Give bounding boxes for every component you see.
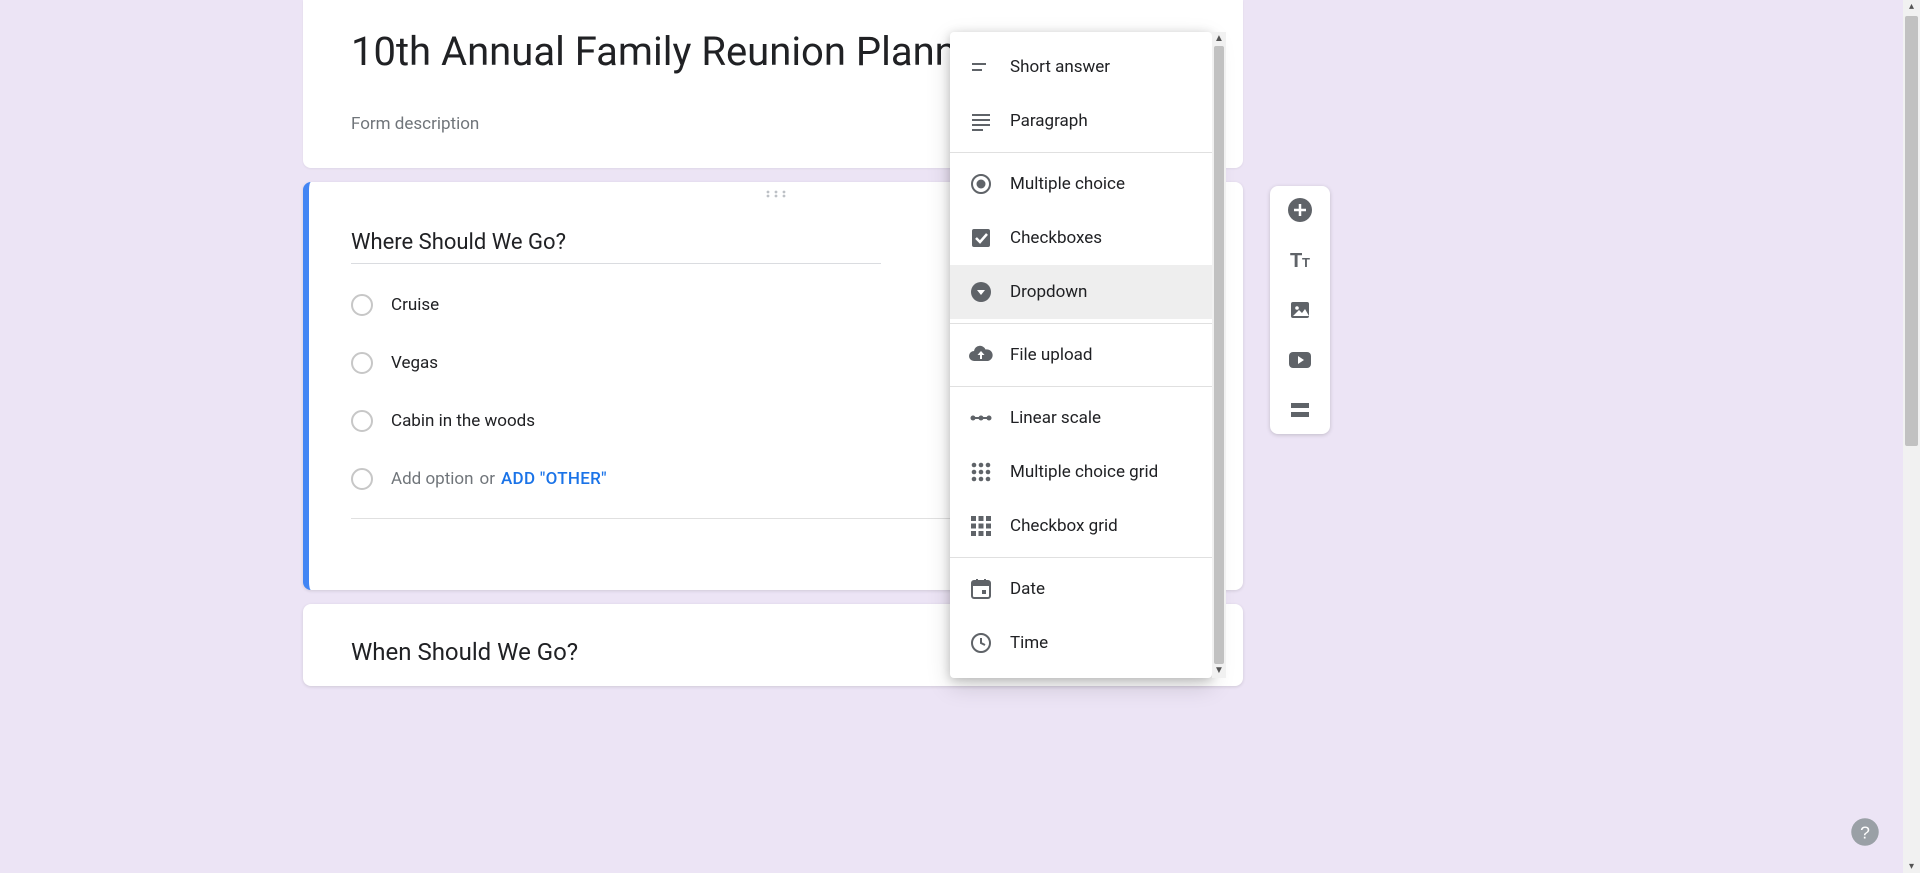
side-toolbar: TT — [1270, 186, 1330, 434]
add-other-button[interactable]: ADD "OTHER" — [501, 469, 607, 489]
add-question-button[interactable] — [1286, 196, 1314, 224]
radio-icon — [351, 468, 373, 490]
menu-item-label: Date — [1010, 579, 1045, 599]
menu-separator — [950, 557, 1212, 558]
menu-item-label: Time — [1010, 633, 1048, 653]
svg-text:?: ? — [1860, 822, 1870, 842]
short-answer-icon — [968, 54, 994, 80]
menu-item-label: File upload — [1010, 345, 1092, 365]
menu-item-label: Checkboxes — [1010, 228, 1102, 248]
option-label[interactable]: Cabin in the woods — [391, 411, 535, 431]
window-scrollbar[interactable]: ▴ ▾ — [1903, 0, 1920, 873]
add-section-button[interactable] — [1286, 396, 1314, 424]
menu-separator — [950, 152, 1212, 153]
qtype-checkbox[interactable]: Checkboxes — [950, 211, 1212, 265]
qtype-cbgrid[interactable]: Checkbox grid — [950, 499, 1212, 553]
paragraph-icon — [968, 108, 994, 134]
dropdown-icon — [968, 279, 994, 305]
qtype-mcgrid[interactable]: Multiple choice grid — [950, 445, 1212, 499]
qtype-short-answer[interactable]: Short answer — [950, 40, 1212, 94]
menu-item-label: Short answer — [1010, 57, 1110, 77]
option-label[interactable]: Vegas — [391, 353, 438, 373]
qtype-linear[interactable]: Linear scale — [950, 391, 1212, 445]
qtype-date[interactable]: Date — [950, 562, 1212, 616]
radio-icon — [351, 352, 373, 374]
add-image-button[interactable] — [1286, 296, 1314, 324]
menu-item-label: Multiple choice — [1010, 174, 1125, 194]
qtype-paragraph[interactable]: Paragraph — [950, 94, 1212, 148]
menu-separator — [950, 323, 1212, 324]
radio-icon — [351, 294, 373, 316]
linear-icon — [968, 405, 994, 431]
menu-item-label: Linear scale — [1010, 408, 1101, 428]
or-text: or — [480, 469, 495, 489]
question-type-menu: ▲▼ Short answerParagraphMultiple choiceC… — [950, 32, 1212, 678]
qtype-radio[interactable]: Multiple choice — [950, 157, 1212, 211]
option-label[interactable]: Cruise — [391, 295, 439, 315]
date-icon — [968, 576, 994, 602]
svg-text:T: T — [1290, 250, 1302, 272]
menu-item-label: Dropdown — [1010, 282, 1087, 302]
svg-text:T: T — [1302, 255, 1310, 270]
menu-separator — [950, 386, 1212, 387]
checkbox-icon — [968, 225, 994, 251]
time-icon — [968, 630, 994, 656]
upload-icon — [968, 342, 994, 368]
question-title-input[interactable]: Where Should We Go? — [351, 230, 881, 264]
menu-item-label: Checkbox grid — [1010, 516, 1118, 536]
menu-item-label: Paragraph — [1010, 111, 1088, 131]
add-video-button[interactable] — [1286, 346, 1314, 374]
add-option-placeholder[interactable]: Add option — [391, 469, 474, 489]
menu-scrollbar[interactable]: ▲▼ — [1212, 32, 1226, 678]
add-title-button[interactable]: TT — [1286, 246, 1314, 274]
menu-item-label: Multiple choice grid — [1010, 462, 1158, 482]
help-button[interactable]: ? — [1850, 817, 1880, 847]
radio-icon — [351, 410, 373, 432]
radio-icon — [968, 171, 994, 197]
cbgrid-icon — [968, 513, 994, 539]
qtype-time[interactable]: Time — [950, 616, 1212, 670]
qtype-dropdown[interactable]: Dropdown — [950, 265, 1212, 319]
mcgrid-icon — [968, 459, 994, 485]
qtype-upload[interactable]: File upload — [950, 328, 1212, 382]
